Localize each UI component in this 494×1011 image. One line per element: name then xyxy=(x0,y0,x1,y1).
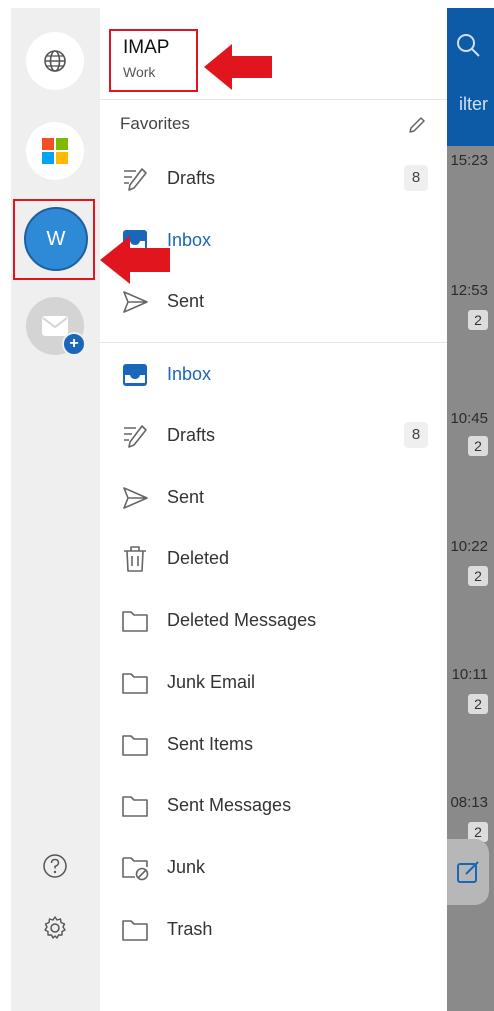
mail-time: 10:22 xyxy=(450,538,488,555)
mail-time: 08:13 xyxy=(450,794,488,811)
globe-icon xyxy=(44,50,66,72)
folder-label: Drafts xyxy=(167,168,216,188)
mail-time: 12:53 xyxy=(450,282,488,299)
folder-label: Drafts xyxy=(167,425,216,445)
folder-junk[interactable]: Junk xyxy=(100,837,447,899)
gear-icon xyxy=(44,916,66,939)
mail-icon xyxy=(42,316,68,336)
folder-sent-items[interactable]: Sent Items xyxy=(100,714,447,776)
settings-button[interactable] xyxy=(41,914,69,942)
favorites-heading: Favorites xyxy=(120,114,190,133)
app-frame: ilter 15:23 12:53 2 10:45 2 10:22 2 10:1… xyxy=(0,0,494,1011)
folder-junk-email[interactable]: Junk Email xyxy=(100,652,447,714)
trash-icon xyxy=(120,544,150,574)
plus-icon: + xyxy=(62,332,86,356)
folder-label: Trash xyxy=(167,919,213,939)
filter-label[interactable]: ilter xyxy=(447,94,494,115)
folder-label: Junk xyxy=(167,857,206,877)
folder-label: Sent xyxy=(167,487,205,507)
folder-label: Inbox xyxy=(167,230,212,250)
search-icon[interactable] xyxy=(455,32,481,58)
mail-count-badge: 2 xyxy=(468,310,488,330)
divider xyxy=(100,342,447,343)
folder-icon xyxy=(120,915,150,945)
folder-icon xyxy=(120,668,150,698)
folder-deleted[interactable]: Deleted xyxy=(100,528,447,590)
folder-sent-messages[interactable]: Sent Messages xyxy=(100,775,447,837)
mail-count-badge: 2 xyxy=(468,694,488,714)
microsoft-account-button[interactable] xyxy=(26,122,84,180)
inbox-icon xyxy=(120,360,150,390)
unread-count-badge: 8 xyxy=(404,165,428,191)
compose-icon xyxy=(457,861,479,883)
annotation-box-avatar xyxy=(13,199,95,280)
microsoft-logo-icon xyxy=(42,138,68,164)
folder-label: Sent Messages xyxy=(167,795,292,815)
folder-label: Junk Email xyxy=(167,672,256,692)
mail-list-background: ilter 15:23 12:53 2 10:45 2 10:22 2 10:1… xyxy=(447,8,494,1011)
mail-time: 15:23 xyxy=(450,152,488,169)
folder-deleted-messages[interactable]: Deleted Messages xyxy=(100,590,447,652)
help-icon xyxy=(43,854,67,878)
account-rail: W + xyxy=(11,8,100,1011)
annotation-arrow-left xyxy=(100,236,170,284)
folder-label: Sent xyxy=(167,291,205,311)
sent-icon xyxy=(120,483,150,513)
folder-trash[interactable]: Trash xyxy=(100,899,447,961)
mail-list-header xyxy=(447,8,494,146)
junk-folder-icon xyxy=(120,853,150,883)
mail-time: 10:45 xyxy=(450,410,488,427)
annotation-arrow-left xyxy=(204,44,272,90)
folder-label: Sent Items xyxy=(167,734,254,754)
favorite-drafts[interactable]: Drafts 8 xyxy=(100,148,447,210)
globe-account-button[interactable] xyxy=(26,32,84,90)
edit-pencil-icon[interactable] xyxy=(406,114,428,136)
folder-label: Deleted Messages xyxy=(167,610,317,630)
unread-count-badge: 8 xyxy=(404,422,428,448)
drafts-icon xyxy=(120,421,150,451)
folder-icon xyxy=(120,730,150,760)
folder-icon xyxy=(120,791,150,821)
mail-count-badge: 2 xyxy=(468,436,488,456)
folder-sent[interactable]: Sent xyxy=(100,467,447,529)
help-button[interactable] xyxy=(41,852,69,880)
folder-inbox[interactable]: Inbox xyxy=(100,344,447,406)
sent-icon xyxy=(120,287,150,317)
divider xyxy=(100,99,447,100)
folder-drafts[interactable]: Drafts 8 xyxy=(100,405,447,467)
compose-button[interactable] xyxy=(447,839,489,905)
drafts-icon xyxy=(120,164,150,194)
mail-count-badge: 2 xyxy=(468,566,488,586)
folder-icon xyxy=(120,606,150,636)
mail-time: 10:11 xyxy=(451,666,488,683)
annotation-box-account xyxy=(109,29,198,92)
folder-label: Inbox xyxy=(167,364,212,384)
folder-label: Deleted xyxy=(167,548,230,568)
